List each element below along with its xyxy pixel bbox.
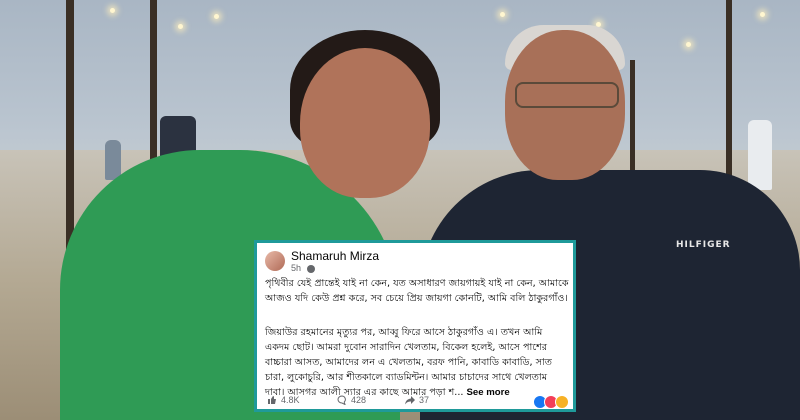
author-name[interactable]: Shamaruh Mirza (291, 249, 379, 263)
avatar[interactable] (265, 251, 285, 271)
like-count: 4.8K (281, 395, 300, 405)
background-person (748, 120, 772, 190)
woman-face (300, 48, 430, 198)
post-time[interactable]: 5h (291, 263, 301, 273)
post-header: Shamaruh Mirza 5h (265, 249, 565, 275)
comment-count: 428 (351, 395, 367, 405)
background-person (105, 140, 121, 180)
post-paragraph-1: পৃথিবীর যেই প্রান্তেই যাই না কেন, যত অসা… (265, 278, 569, 304)
string-light (500, 12, 505, 17)
globe-icon (306, 264, 315, 273)
share-icon (405, 396, 415, 405)
wooden-pole (66, 0, 74, 260)
string-light (214, 14, 219, 19)
like-button[interactable]: 4.8K (267, 395, 300, 405)
comment-button[interactable]: 428 (337, 395, 366, 405)
share-button[interactable]: 37 (405, 395, 429, 405)
care-reaction-icon (555, 395, 569, 409)
jacket-logo: HILFIGER (676, 240, 731, 250)
post-actions: 4.8K 428 37 (265, 395, 569, 409)
post-paragraph-2: জিয়াউর রহমানের মৃত্যুর পর, আব্বু ফিরে আ… (265, 325, 569, 400)
eyeglasses (515, 82, 619, 108)
string-light (110, 8, 115, 13)
thumbs-up-icon (268, 396, 276, 404)
string-light (686, 42, 691, 47)
post-meta: 5h (291, 263, 315, 273)
facebook-post-card: Shamaruh Mirza 5h পৃথিবীর যেই প্রান্তেই … (254, 240, 576, 412)
share-count: 37 (419, 395, 430, 405)
string-light (760, 12, 765, 17)
wooden-pole (726, 0, 732, 200)
reaction-icons[interactable] (533, 395, 569, 409)
comment-icon (337, 395, 346, 405)
string-light (178, 24, 183, 29)
